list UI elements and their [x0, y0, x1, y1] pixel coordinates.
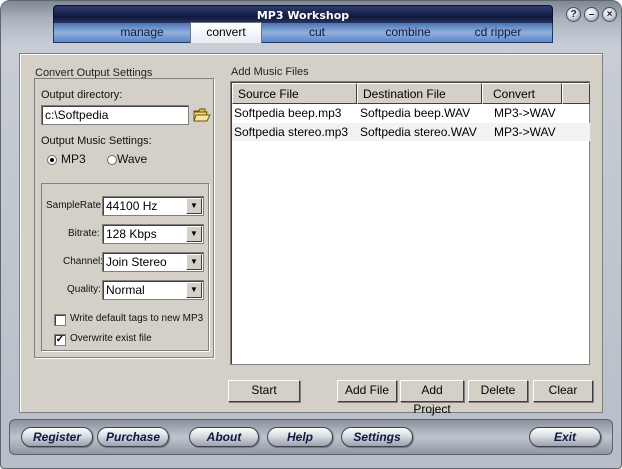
title-plate: MP3 Workshop	[53, 5, 553, 25]
samplerate-label: SampleRate:	[46, 200, 104, 211]
chevron-down-icon[interactable]: ▼	[186, 254, 202, 270]
wave-radio-label[interactable]: Wave	[117, 152, 147, 166]
output-directory-input[interactable]: c:\Softpedia	[41, 105, 189, 125]
mp3-radio[interactable]	[47, 155, 57, 165]
tab-cut[interactable]: cut	[280, 23, 354, 42]
delete-button[interactable]: Delete	[468, 380, 528, 402]
chevron-down-icon[interactable]: ▼	[186, 198, 202, 214]
chevron-down-icon[interactable]: ▼	[186, 226, 202, 242]
quality-select[interactable]: Normal ▼	[102, 280, 204, 300]
cell-source: Softpedia stereo.mp3	[234, 125, 349, 139]
cell-destination: Softpedia stereo.WAV	[360, 125, 477, 139]
settings-button[interactable]: Settings	[341, 427, 413, 447]
minimize-icon[interactable]: –	[584, 7, 599, 22]
mp3-radio-label[interactable]: MP3	[61, 152, 86, 166]
channel-value: Join Stereo	[106, 255, 167, 269]
folder-open-icon[interactable]	[193, 107, 211, 123]
start-button[interactable]: Start	[228, 380, 300, 402]
list-header: Source File Destination File Convert	[232, 83, 590, 104]
cell-convert: MP3->WAV	[494, 106, 556, 120]
cell-convert: MP3->WAV	[494, 125, 556, 139]
table-row[interactable]: Softpedia stereo.mp3 Softpedia stereo.WA…	[232, 123, 590, 141]
tab-manage[interactable]: manage	[96, 23, 188, 42]
music-files-list[interactable]: Source File Destination File Convert Sof…	[230, 81, 590, 365]
tab-combine[interactable]: combine	[370, 23, 446, 42]
column-source-file[interactable]: Source File	[232, 83, 357, 104]
channel-label: Channel:	[63, 256, 104, 267]
window-title: MP3 Workshop	[256, 9, 350, 22]
exit-button[interactable]: Exit	[529, 427, 601, 447]
app-window: MP3 Workshop ? – × manage convert cut co…	[0, 0, 622, 469]
output-directory-label: Output directory:	[41, 89, 123, 101]
output-music-settings-label: Output Music Settings:	[41, 135, 152, 147]
bitrate-select[interactable]: 128 Kbps ▼	[102, 224, 204, 244]
samplerate-select[interactable]: 44100 Hz ▼	[102, 196, 204, 216]
register-button[interactable]: Register	[21, 427, 93, 447]
samplerate-value: 44100 Hz	[106, 199, 158, 213]
chevron-down-icon[interactable]: ▼	[186, 282, 202, 298]
add-music-files-title: Add Music Files	[231, 66, 309, 78]
purchase-button[interactable]: Purchase	[97, 427, 169, 447]
add-file-button[interactable]: Add File	[337, 380, 397, 402]
help-button[interactable]: Help	[267, 427, 333, 447]
bitrate-label: Bitrate:	[68, 228, 100, 239]
help-icon[interactable]: ?	[566, 7, 581, 22]
convert-panel: Convert Output Settings Output directory…	[19, 53, 603, 416]
convert-output-settings-group: Output directory: c:\Softpedia Output Mu…	[34, 78, 214, 358]
music-settings-box: SampleRate: 44100 Hz ▼ Bitrate: 128 Kbps…	[41, 183, 209, 351]
column-convert[interactable]: Convert	[482, 83, 562, 104]
cell-destination: Softpedia beep.WAV	[360, 106, 471, 120]
tab-convert[interactable]: convert	[190, 22, 262, 43]
quality-label: Quality:	[67, 284, 101, 295]
tab-cd-ripper[interactable]: cd ripper	[460, 23, 536, 42]
quality-value: Normal	[106, 283, 145, 297]
about-button[interactable]: About	[189, 427, 259, 447]
wave-radio[interactable]	[107, 155, 117, 165]
close-icon[interactable]: ×	[602, 7, 617, 22]
bitrate-value: 128 Kbps	[106, 227, 157, 241]
overwrite-checkbox[interactable]: ✓	[54, 334, 66, 346]
tab-strip: manage convert cut combine cd ripper	[53, 22, 553, 43]
write-tags-label[interactable]: Write default tags to new MP3	[70, 313, 203, 324]
column-filler	[562, 83, 590, 104]
cell-source: Softpedia beep.mp3	[234, 106, 342, 120]
table-row[interactable]: Softpedia beep.mp3 Softpedia beep.WAV MP…	[232, 104, 590, 122]
title-bar: MP3 Workshop ? – × manage convert cut co…	[1, 1, 621, 45]
column-destination-file[interactable]: Destination File	[357, 83, 482, 104]
add-project-button[interactable]: Add Project	[400, 380, 464, 416]
write-tags-checkbox[interactable]	[54, 314, 66, 326]
clear-button[interactable]: Clear	[533, 380, 593, 402]
overwrite-label[interactable]: Overwrite exist file	[70, 333, 152, 344]
channel-select[interactable]: Join Stereo ▼	[102, 252, 204, 272]
